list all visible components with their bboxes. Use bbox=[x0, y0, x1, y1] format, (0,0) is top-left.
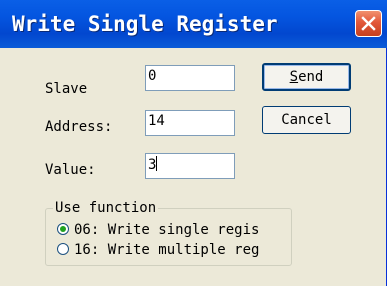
send-button-label: end bbox=[298, 69, 324, 85]
send-button-accelerator: S bbox=[289, 69, 299, 85]
address-value: 14 bbox=[148, 113, 165, 129]
radio-unchecked-icon[interactable] bbox=[57, 243, 69, 255]
send-button[interactable]: Send bbox=[262, 63, 351, 91]
slave-input[interactable]: 0 bbox=[145, 65, 235, 91]
address-input[interactable]: 14 bbox=[145, 110, 235, 136]
use-function-label: Use function bbox=[53, 200, 159, 216]
title-bar[interactable]: Write Single Register bbox=[0, 0, 387, 48]
close-button[interactable] bbox=[355, 10, 382, 37]
radio-checked-icon[interactable] bbox=[57, 223, 69, 235]
value-value: 3 bbox=[148, 157, 157, 173]
value-label: Value: bbox=[45, 162, 96, 178]
radio-option-06-label: 06: Write single regis bbox=[74, 222, 260, 238]
slave-value: 0 bbox=[148, 68, 157, 84]
write-single-register-dialog: Write Single Register Slave 0 Address: 1… bbox=[0, 0, 387, 286]
radio-option-16[interactable]: 16: Write multiple reg bbox=[57, 242, 259, 260]
value-input[interactable]: 3 bbox=[145, 153, 235, 179]
radio-option-16-label: 16: Write multiple reg bbox=[74, 242, 260, 258]
radio-option-06[interactable]: 06: Write single regis bbox=[57, 222, 259, 240]
address-label: Address: bbox=[45, 119, 113, 135]
close-icon bbox=[361, 16, 376, 31]
cancel-button[interactable]: Cancel bbox=[262, 106, 351, 134]
window-title: Write Single Register bbox=[12, 12, 278, 36]
text-caret bbox=[156, 156, 158, 171]
slave-label: Slave bbox=[45, 81, 88, 97]
